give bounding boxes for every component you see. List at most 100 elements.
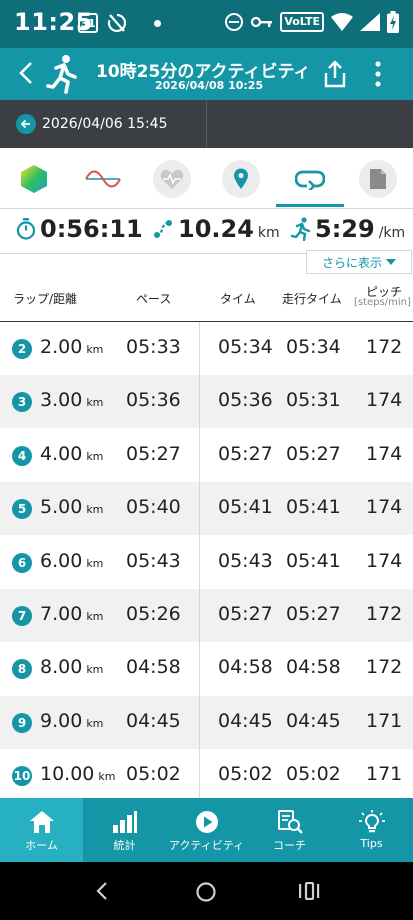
- summary-distance-value: 10.24: [178, 215, 254, 243]
- page-subtitle: 2026/04/08 10:25: [155, 79, 264, 92]
- lap-time: 05:34: [218, 336, 273, 358]
- table-row[interactable]: 2 2.00 km 05:33 05:34 05:34 172: [0, 322, 413, 375]
- lap-pitch: 171: [366, 709, 403, 732]
- table-row[interactable]: 9 9.00 km 04:45 04:45 04:45 171: [0, 695, 413, 749]
- tab-overview[interactable]: [15, 160, 53, 198]
- table-row[interactable]: 5 5.00 km 05:40 05:41 05:41 174: [0, 482, 413, 536]
- system-back-icon[interactable]: [95, 882, 109, 900]
- lap-time: 05:36: [218, 389, 273, 412]
- lap-distance-value: 10.00: [40, 763, 95, 786]
- lightbulb-icon: [358, 810, 385, 833]
- bottom-navigation: ホーム 統計 アクティビティ コーチ Tips: [0, 798, 413, 862]
- notification-dot-icon: [154, 19, 161, 27]
- more-options-icon[interactable]: [370, 60, 386, 88]
- header-pitch-unit: [steps/min]: [354, 297, 411, 308]
- table-row[interactable]: 7 7.00 km 05:26 05:27 05:27 172: [0, 589, 413, 642]
- lap-distance-unit: km: [86, 716, 104, 730]
- active-tab-indicator: [276, 204, 344, 207]
- lap-distance: 8.00 km: [40, 656, 103, 678]
- lap-pace: 05:26: [126, 603, 181, 625]
- lap-run-time: 05:41: [286, 496, 341, 519]
- lap-number-badge: 5: [12, 499, 32, 520]
- lap-number-badge: 8: [12, 659, 32, 680]
- table-row[interactable]: 4 4.00 km 05:27 05:27 05:27 174: [0, 429, 413, 482]
- table-row[interactable]: 3 3.00 km 05:36 05:36 05:31 174: [0, 375, 413, 429]
- lap-distance-value: 9.00: [40, 709, 83, 732]
- stopwatch-icon: [16, 218, 36, 240]
- table-row[interactable]: 8 8.00 km 04:58 04:58 04:58 172: [0, 642, 413, 695]
- summary-pace-value: 5:29: [315, 215, 375, 243]
- laps-table-header: ラップ/距離 ペース タイム 走行タイム ピッチ [steps/min]: [0, 275, 413, 322]
- nav-stats[interactable]: 統計: [83, 798, 166, 862]
- tab-graph[interactable]: [84, 160, 122, 198]
- lap-distance-value: 2.00: [40, 336, 83, 358]
- lap-pitch: 174: [366, 389, 403, 412]
- lap-distance: 2.00 km: [40, 336, 103, 358]
- route-icon: [154, 220, 172, 238]
- key-icon: [251, 16, 273, 28]
- lap-run-time: 05:41: [286, 549, 341, 572]
- lap-pitch: 172: [366, 603, 403, 625]
- table-row[interactable]: 10 10.00 km 05:02 05:02 05:02 171: [0, 749, 413, 802]
- lap-time: 05:27: [218, 442, 273, 465]
- document-icon: [370, 169, 386, 189]
- share-icon[interactable]: [322, 60, 348, 88]
- lap-distance-value: 3.00: [40, 389, 83, 412]
- lap-pace: 05:36: [126, 389, 181, 412]
- system-recents-icon[interactable]: [298, 882, 320, 900]
- lap-number-badge: 3: [12, 392, 32, 413]
- lap-distance-unit: km: [86, 663, 104, 677]
- lap-number-badge: 6: [12, 552, 32, 573]
- lap-distance: 10.00 km: [40, 763, 116, 785]
- lap-distance: 5.00 km: [40, 496, 103, 518]
- system-home-icon[interactable]: [195, 881, 217, 903]
- tab-notes[interactable]: [359, 160, 397, 198]
- back-arrow-icon[interactable]: [16, 60, 36, 86]
- lap-pitch: 171: [366, 763, 403, 786]
- caret-down-icon: [386, 259, 396, 265]
- lap-time: 05:02: [218, 763, 273, 786]
- lap-number-badge: 7: [12, 606, 32, 626]
- tab-heart-rate[interactable]: [153, 160, 191, 198]
- nav-activity-label: アクティビティ: [168, 839, 245, 852]
- compare-activity-button[interactable]: 2026/04/06 15:45: [0, 100, 206, 148]
- do-not-disturb-icon: [225, 13, 244, 31]
- lap-pitch: 172: [366, 336, 403, 358]
- lap-number-badge: 2: [12, 339, 32, 359]
- nav-home[interactable]: ホーム: [0, 798, 83, 862]
- lap-run-time: 04:45: [286, 709, 341, 732]
- lap-pitch: 174: [366, 549, 403, 572]
- lap-distance-unit: km: [98, 770, 116, 784]
- tab-map[interactable]: [222, 160, 260, 198]
- app-bar: 10時25分のアクティビティ 2026/04/08 10:25: [0, 48, 413, 100]
- lap-pace: 05:43: [126, 549, 181, 572]
- lap-distance: 6.00 km: [40, 550, 103, 572]
- lap-pitch: 174: [366, 442, 403, 465]
- summary-pace-unit: /km: [378, 225, 406, 241]
- loop-arrow-icon: [295, 170, 325, 190]
- nav-stats-label: 統計: [113, 839, 136, 852]
- tab-laps[interactable]: [291, 160, 329, 198]
- summary-distance-unit: km: [257, 225, 280, 241]
- show-more-button[interactable]: さらに表示: [306, 250, 412, 274]
- bar-chart-icon: [112, 811, 137, 833]
- signal-icon: [360, 13, 380, 31]
- lap-distance: 3.00 km: [40, 389, 103, 411]
- activity-summary: 0:56:11 10.24 km 5:29 /km: [0, 208, 413, 254]
- nav-tips[interactable]: Tips: [330, 798, 413, 862]
- lap-distance-value: 5.00: [40, 496, 83, 519]
- header-lap: ラップ/距離: [13, 292, 78, 306]
- header-run-time: 走行タイム: [282, 292, 342, 306]
- running-icon: [46, 55, 77, 94]
- summary-time: 0:56:11: [16, 215, 143, 243]
- lap-pace: 04:58: [126, 656, 181, 679]
- table-row[interactable]: 6 6.00 km 05:43 05:43 05:41 174: [0, 536, 413, 589]
- wifi-icon: [331, 13, 353, 31]
- nav-coach[interactable]: コーチ: [248, 798, 331, 862]
- lap-distance: 7.00 km: [40, 603, 103, 625]
- nav-activity[interactable]: アクティビティ: [165, 798, 248, 862]
- compare-bar: 2026/04/06 15:45: [0, 100, 413, 148]
- compare-date: 2026/04/06 15:45: [42, 116, 168, 132]
- lap-number-badge: 9: [12, 712, 32, 733]
- calendar-icon: 31: [78, 13, 98, 33]
